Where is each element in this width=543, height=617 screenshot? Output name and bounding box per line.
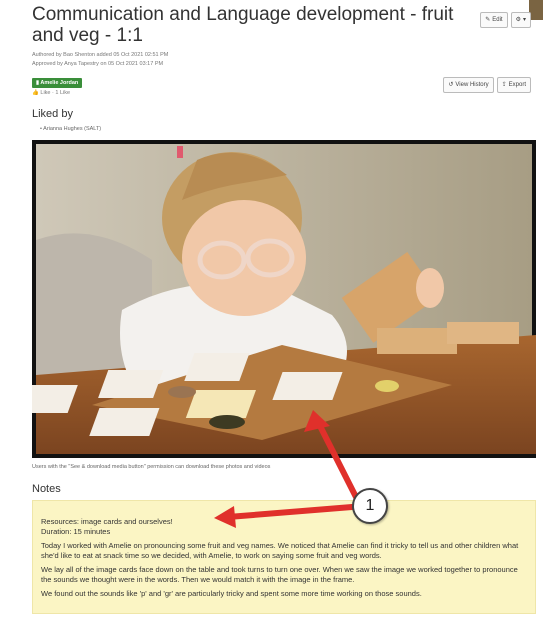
child-icon: ▮ [36,80,40,86]
notes-paragraph: Today I worked with Amelie on pronouncin… [41,541,519,560]
photo-caption: Users with the "See & download media but… [32,464,270,470]
pencil-icon: ✎ [485,17,491,23]
export-icon: ⇪ [501,82,507,88]
observation-photo[interactable] [32,140,536,458]
more-button[interactable]: ⚙ ▾ [510,12,531,28]
authored-line: Authored by Bao Shenton added 05 Oct 202… [32,52,169,58]
notes-duration: Duration: 15 minutes [41,527,111,536]
chevron-down-icon: ▾ [522,17,526,23]
gear-icon: ⚙ [515,17,521,23]
page-title: Communication and Language development -… [32,4,454,46]
notes-resources: Resources: image cards and ourselves! [41,517,173,526]
annotation-number-badge: 1 [352,488,388,524]
liked-by-name: Arianna Hughes (SALT) [43,126,102,132]
edit-button[interactable]: ✎ Edit [480,12,508,28]
notes-heading: Notes [32,483,61,495]
top-actions: ✎ Edit ⚙ ▾ [480,12,531,28]
liked-by-item: • Arianna Hughes (SALT) [40,126,102,132]
history-actions: ↺ View History ⇪ Export [443,77,531,93]
liked-by-heading: Liked by [32,108,73,120]
edit-label: Edit [492,17,503,23]
export-button[interactable]: ⇪ Export [496,77,531,93]
view-history-label: View History [455,82,489,88]
child-tag-label: Amelie Jordan [40,80,79,86]
view-history-button[interactable]: ↺ View History [443,77,494,93]
caption-text: Users with the "See & download media but… [32,464,271,470]
thumbs-up-icon: 👍 [32,90,39,96]
child-tag[interactable]: ▮ Amelie Jordan [32,78,83,88]
export-label: Export [508,82,526,88]
observation-page: Communication and Language development -… [22,0,541,617]
likes-text: Like · 1 Like [40,90,71,96]
likes-row[interactable]: 👍 Like · 1 Like [32,90,70,96]
approved-line: Approved by Anya Tapestry on 05 Oct 2021… [32,61,164,67]
notes-paragraph: We lay all of the image cards face down … [41,565,518,584]
history-icon: ↺ [448,82,454,88]
notes-paragraph: We found out the sounds like 'p' and 'gr… [41,589,422,598]
notes-box: Resources: image cards and ourselves! Du… [32,500,536,614]
